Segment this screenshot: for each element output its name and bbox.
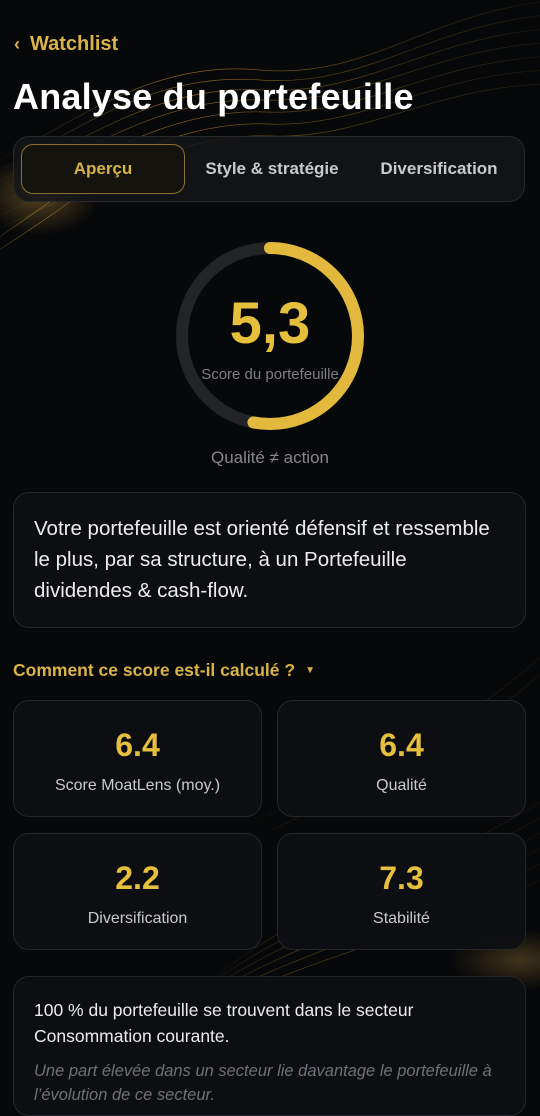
back-to-watchlist-link[interactable]: ‹ Watchlist	[14, 30, 118, 58]
metric-card-qualite: 6.4 Qualité	[277, 700, 526, 817]
score-subtitle: Qualité ≠ action	[210, 448, 329, 467]
portfolio-summary-text: Votre portefeuille est orienté défensif …	[34, 517, 490, 602]
metric-label: Score MoatLens (moy.)	[54, 777, 221, 794]
metric-card-diversification: 2.2 Diversification	[13, 833, 262, 950]
sector-concentration-note: Une part élevée dans un secteur lie dava…	[34, 1062, 492, 1104]
page-title: Analyse du portefeuille	[13, 76, 414, 117]
tab-apercu[interactable]: Aperçu	[21, 144, 185, 194]
metric-value: 6.4	[115, 727, 160, 763]
score-calculation-label: Comment ce score est-il calculé ?	[13, 659, 296, 680]
metric-value: 6.4	[379, 727, 424, 763]
tab-style-strategie[interactable]: Style & stratégie	[190, 144, 354, 194]
chevron-left-icon: ‹	[14, 33, 20, 54]
metric-label: Stabilité	[373, 910, 430, 927]
tab-diversification[interactable]: Diversification	[359, 144, 519, 194]
back-link-label: Watchlist	[30, 32, 119, 55]
metric-card-stabilite: 7.3 Stabilité	[277, 833, 526, 950]
portfolio-summary-card: Votre portefeuille est orienté défensif …	[13, 492, 526, 628]
metric-card-moatlens: 6.4 Score MoatLens (moy.)	[13, 700, 262, 817]
caret-down-icon: ▼	[305, 664, 315, 676]
sector-concentration-card: 100 % du portefeuille se trouvent dans l…	[13, 976, 526, 1116]
portfolio-score-label: Score du portefeuille	[201, 366, 339, 383]
metric-label: Diversification	[87, 910, 188, 927]
score-calculation-toggle[interactable]: Comment ce score est-il calculé ? ▼	[13, 658, 315, 682]
metric-value: 2.2	[115, 860, 160, 896]
portfolio-score-value: 5,3	[229, 291, 311, 356]
metric-label: Qualité	[376, 777, 427, 794]
metric-value: 7.3	[379, 860, 424, 896]
sector-concentration-text: 100 % du portefeuille se trouvent dans l…	[34, 1000, 414, 1046]
tab-bar: Aperçu Style & stratégie Diversification	[13, 136, 525, 202]
